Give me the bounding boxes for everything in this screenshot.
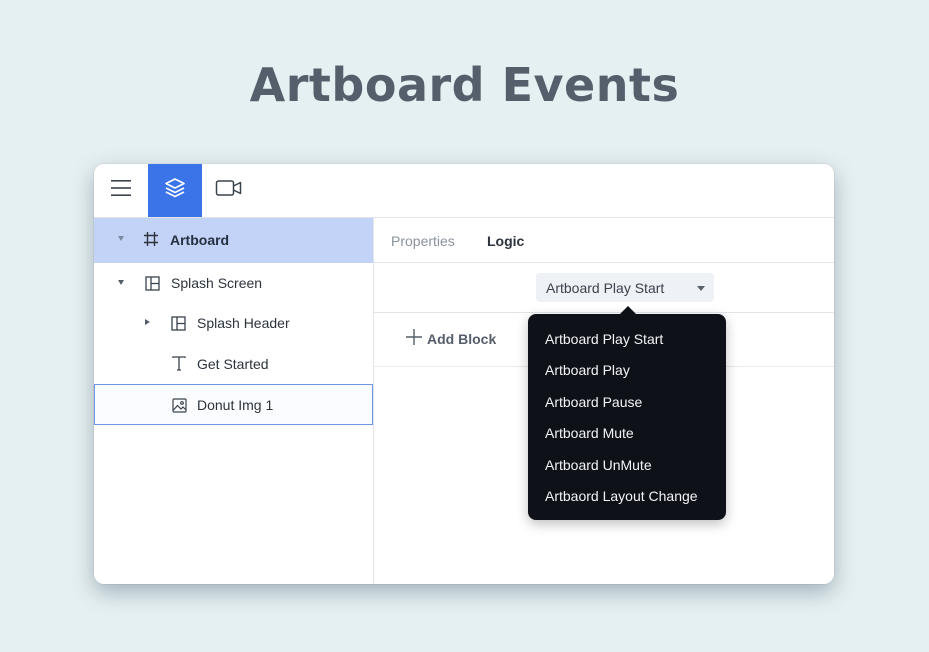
tab-properties[interactable]: Properties	[391, 233, 455, 249]
layer-item-get-started[interactable]: Get Started	[94, 343, 373, 383]
add-block-button[interactable]: Add Block	[405, 328, 496, 349]
layer-item-splash-screen[interactable]: Splash Screen	[94, 263, 373, 303]
add-block-label: Add Block	[427, 330, 497, 347]
menu-icon	[110, 179, 132, 202]
video-camera-icon	[215, 179, 243, 202]
dropdown-option-play[interactable]: Artboard Play	[545, 362, 630, 378]
layout-icon	[144, 275, 160, 291]
inspector-tabs: Properties Logic	[374, 218, 834, 263]
layer-item-donut-img[interactable]: Donut Img 1	[94, 384, 373, 425]
video-button[interactable]	[202, 164, 256, 217]
dropdown-option-layout-change[interactable]: Artbaord Layout Change	[545, 488, 698, 504]
page-title: Artboard Events	[249, 58, 680, 112]
layer-label: Artboard	[170, 232, 230, 248]
layer-item-artboard[interactable]: Artboard	[94, 218, 373, 263]
menu-button[interactable]	[94, 164, 148, 217]
chevron-down-icon	[697, 286, 705, 291]
layer-label: Splash Header	[197, 315, 290, 331]
event-row: Artboard Play Start	[374, 263, 834, 313]
layer-label: Get Started	[197, 356, 269, 372]
collapse-toggle-icon[interactable]	[118, 236, 124, 241]
layers-button[interactable]	[148, 164, 202, 217]
artboard-frame-icon	[143, 231, 159, 247]
text-icon	[171, 355, 187, 371]
dropdown-option-pause[interactable]: Artboard Pause	[545, 394, 642, 410]
layers-icon	[164, 177, 186, 204]
image-icon	[171, 397, 187, 413]
layer-label: Donut Img 1	[197, 397, 274, 413]
layers-panel: Artboard Splash Screen Splash Header Get…	[94, 218, 374, 584]
plus-icon	[405, 328, 423, 349]
event-select[interactable]: Artboard Play Start	[536, 273, 714, 302]
layout-icon	[170, 315, 186, 331]
layer-label: Splash Screen	[171, 275, 263, 291]
toolbar	[94, 164, 834, 218]
dropdown-option-unmute[interactable]: Artboard UnMute	[545, 457, 652, 473]
dropdown-option-play-start[interactable]: Artboard Play Start	[545, 331, 663, 347]
event-select-value: Artboard Play Start	[546, 279, 665, 296]
expand-toggle-icon[interactable]	[145, 319, 150, 325]
layer-item-splash-header[interactable]: Splash Header	[94, 303, 373, 343]
tab-logic[interactable]: Logic	[487, 233, 524, 249]
dropdown-option-mute[interactable]: Artboard Mute	[545, 425, 634, 441]
collapse-toggle-icon[interactable]	[118, 280, 124, 285]
event-dropdown-menu: Artboard Play Start Artboard Play Artboa…	[528, 314, 726, 520]
